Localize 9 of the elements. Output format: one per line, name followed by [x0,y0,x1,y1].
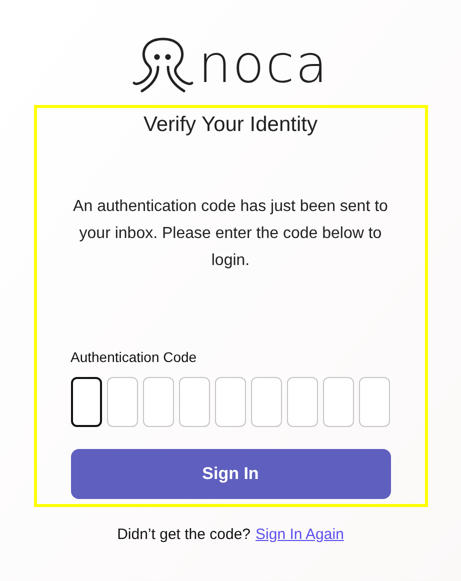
logo-wordmark: noca [198,39,329,91]
code-digit-field[interactable] [70,376,102,426]
instruction-text: An authentication code has just been sent to your inbox. Please enter the code below to login. [72,196,389,270]
footer-text: Didn’t get the code? [117,525,251,545]
sign-in-button[interactable]: Sign In [70,448,390,498]
card-title: Verify Your Identity [144,112,318,138]
octopus-icon [132,35,194,93]
sign-in-again-link[interactable]: Sign In Again [256,524,344,546]
field-label: Authentication Code [70,348,198,366]
